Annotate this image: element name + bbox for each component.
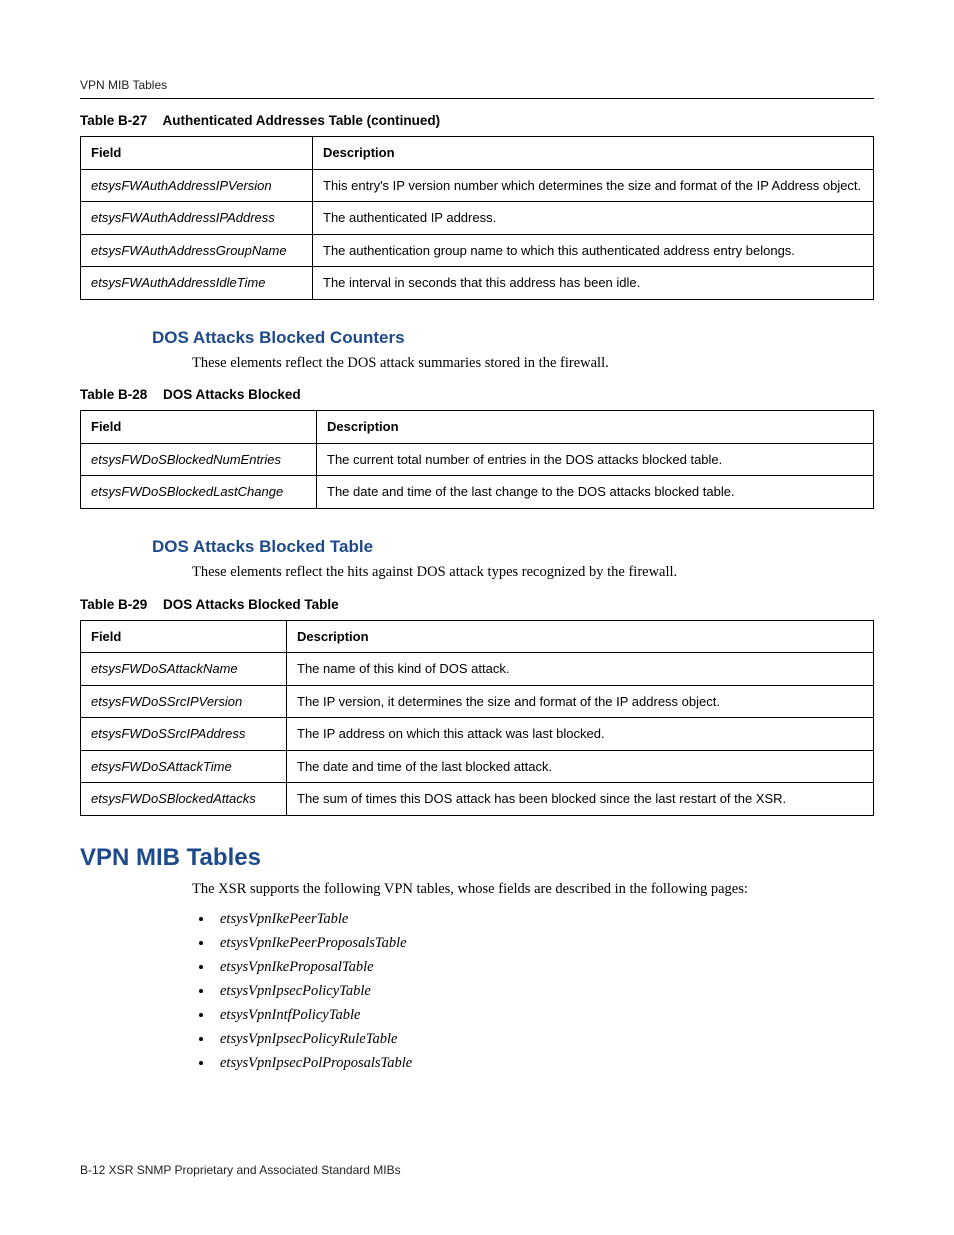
table-row: etsysFWDoSSrcIPVersion The IP version, i…: [81, 685, 874, 718]
cell-field: etsysFWAuthAddressIdleTime: [81, 267, 313, 300]
column-header-description: Description: [313, 137, 874, 170]
heading-vpn-mib-tables: VPN MIB Tables: [80, 844, 874, 872]
cell-field: etsysFWDoSSrcIPVersion: [81, 685, 287, 718]
column-header-description: Description: [317, 411, 874, 444]
table-row: etsysFWDoSSrcIPAddress The IP address on…: [81, 718, 874, 751]
table-b29-caption: Table B-29 DOS Attacks Blocked Table: [80, 597, 874, 612]
table-row: etsysFWAuthAddressIPVersion This entry's…: [81, 169, 874, 202]
table-b29-number: Table B-29: [80, 597, 147, 612]
cell-desc: The current total number of entries in t…: [317, 443, 874, 476]
column-header-field: Field: [81, 137, 313, 170]
column-header-field: Field: [81, 620, 287, 653]
cell-desc: The date and time of the last change to …: [317, 476, 874, 509]
table-b27-number: Table B-27: [80, 113, 147, 128]
cell-field: etsysFWDoSBlockedNumEntries: [81, 443, 317, 476]
table-row: etsysFWDoSAttackTime The date and time o…: [81, 750, 874, 783]
column-header-field: Field: [81, 411, 317, 444]
list-item: etsysVpnIkePeerProposalsTable: [214, 933, 874, 954]
table-row: etsysFWAuthAddressGroupName The authenti…: [81, 234, 874, 267]
cell-field: etsysFWDoSBlockedLastChange: [81, 476, 317, 509]
cell-desc: The IP version, it determines the size a…: [287, 685, 874, 718]
vpn-table-list: etsysVpnIkePeerTable etsysVpnIkePeerProp…: [192, 909, 874, 1074]
text-dos-counters: These elements reflect the DOS attack su…: [192, 354, 874, 374]
cell-field: etsysFWDoSSrcIPAddress: [81, 718, 287, 751]
cell-desc: The date and time of the last blocked at…: [287, 750, 874, 783]
table-b28-number: Table B-28: [80, 387, 147, 402]
list-item: etsysVpnIkePeerTable: [214, 909, 874, 930]
page: VPN MIB Tables Table B-27 Authenticated …: [0, 0, 954, 1235]
cell-desc: The interval in seconds that this addres…: [313, 267, 874, 300]
list-item: etsysVpnIkeProposalTable: [214, 957, 874, 978]
cell-field: etsysFWAuthAddressIPAddress: [81, 202, 313, 235]
table-row: etsysFWDoSAttackName The name of this ki…: [81, 653, 874, 686]
text-vpn-mib-tables: The XSR supports the following VPN table…: [192, 880, 874, 900]
cell-desc: The IP address on which this attack was …: [287, 718, 874, 751]
cell-field: etsysFWDoSAttackTime: [81, 750, 287, 783]
table-b28-title: DOS Attacks Blocked: [163, 387, 301, 402]
table-row: etsysFWAuthAddressIPAddress The authenti…: [81, 202, 874, 235]
heading-dos-counters: DOS Attacks Blocked Counters: [152, 328, 874, 348]
heading-dos-blocked-table: DOS Attacks Blocked Table: [152, 537, 874, 557]
text-dos-blocked-table: These elements reflect the hits against …: [192, 563, 874, 583]
table-row: etsysFWAuthAddressIdleTime The interval …: [81, 267, 874, 300]
cell-desc: The authenticated IP address.: [313, 202, 874, 235]
cell-desc: The name of this kind of DOS attack.: [287, 653, 874, 686]
cell-field: etsysFWAuthAddressGroupName: [81, 234, 313, 267]
cell-desc: The authentication group name to which t…: [313, 234, 874, 267]
list-item: etsysVpnIntfPolicyTable: [214, 1005, 874, 1026]
running-head: VPN MIB Tables: [80, 78, 874, 99]
table-b27-title: Authenticated Addresses Table (continued…: [163, 113, 441, 128]
table-b29: Field Description etsysFWDoSAttackName T…: [80, 620, 874, 816]
cell-field: etsysFWDoSAttackName: [81, 653, 287, 686]
cell-field: etsysFWAuthAddressIPVersion: [81, 169, 313, 202]
list-item: etsysVpnIpsecPolProposalsTable: [214, 1053, 874, 1074]
column-header-description: Description: [287, 620, 874, 653]
table-b28-caption: Table B-28 DOS Attacks Blocked: [80, 387, 874, 402]
cell-desc: The sum of times this DOS attack has bee…: [287, 783, 874, 816]
table-row: etsysFWDoSBlockedNumEntries The current …: [81, 443, 874, 476]
table-b27-caption: Table B-27 Authenticated Addresses Table…: [80, 113, 874, 128]
table-b29-title: DOS Attacks Blocked Table: [163, 597, 339, 612]
page-footer: B-12 XSR SNMP Proprietary and Associated…: [80, 1163, 401, 1177]
list-item: etsysVpnIpsecPolicyTable: [214, 981, 874, 1002]
list-item: etsysVpnIpsecPolicyRuleTable: [214, 1029, 874, 1050]
table-row: etsysFWDoSBlockedAttacks The sum of time…: [81, 783, 874, 816]
cell-field: etsysFWDoSBlockedAttacks: [81, 783, 287, 816]
table-b28: Field Description etsysFWDoSBlockedNumEn…: [80, 410, 874, 509]
table-b27: Field Description etsysFWAuthAddressIPVe…: [80, 136, 874, 300]
cell-desc: This entry's IP version number which det…: [313, 169, 874, 202]
table-row: etsysFWDoSBlockedLastChange The date and…: [81, 476, 874, 509]
